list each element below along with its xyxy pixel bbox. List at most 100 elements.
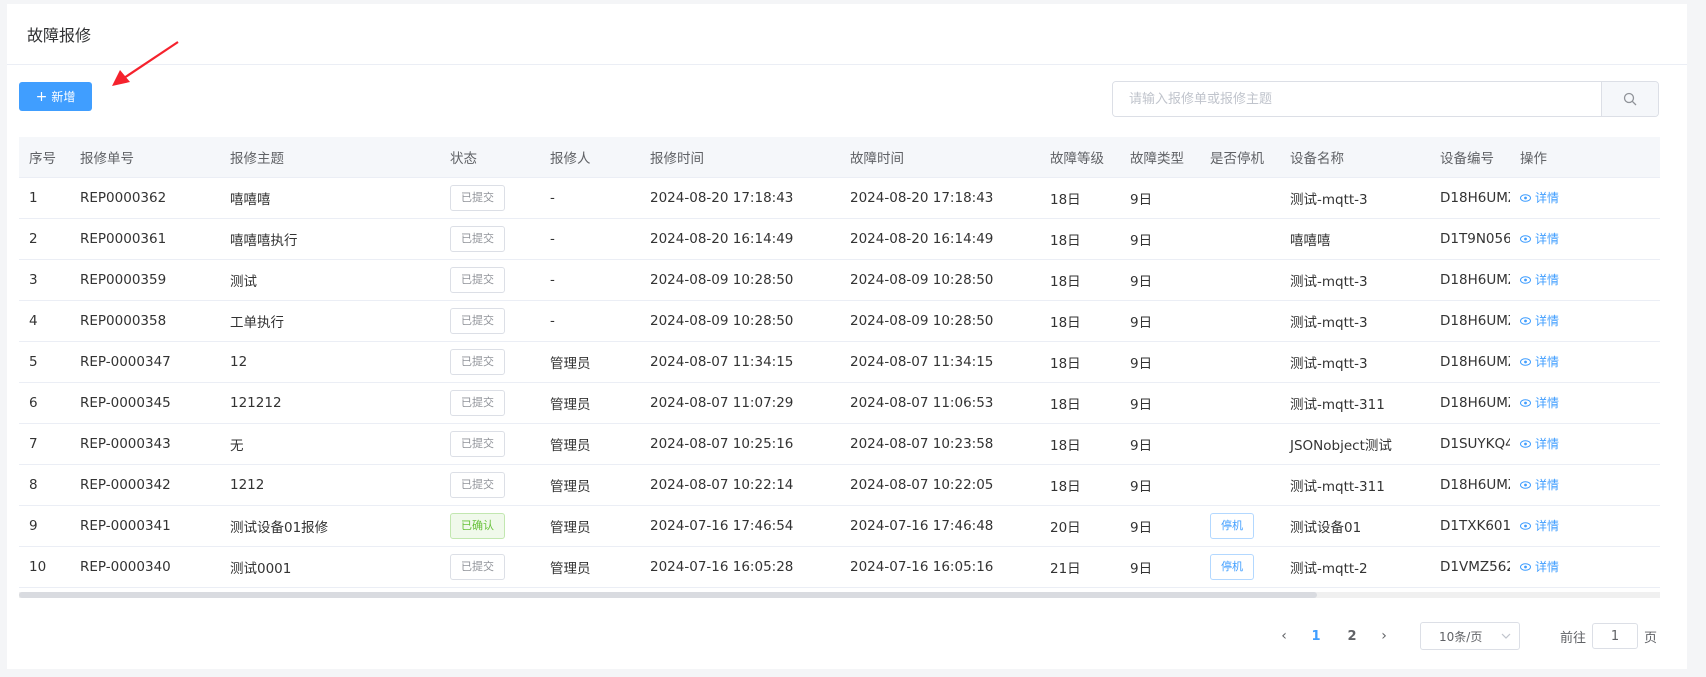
cell-seq: 3	[19, 259, 70, 301]
detail-label: 详情	[1535, 314, 1560, 328]
scrollbar-thumb[interactable]	[19, 592, 1317, 598]
cell-stopped: 停机	[1200, 546, 1280, 588]
search-button[interactable]	[1601, 82, 1658, 116]
cell-action: 详情	[1510, 177, 1660, 219]
horizontal-scrollbar[interactable]	[19, 592, 1660, 598]
plus-icon: +	[35, 88, 48, 105]
detail-link[interactable]: 详情	[1520, 476, 1559, 493]
detail-label: 详情	[1535, 232, 1560, 246]
cell-report-time: 2024-08-07 11:07:29	[640, 382, 840, 424]
cell-status: 已提交	[440, 259, 540, 301]
cell-fault-type: 9日	[1120, 218, 1200, 260]
table-row: 10 REP-0000340 测试0001 已提交 管理员 2024-07-16 16:0…	[19, 546, 1660, 588]
page-size-value: 10条/页	[1439, 629, 1483, 644]
cell-device-code: D18H6UMZ	[1430, 259, 1510, 301]
chevron-right-icon[interactable]: ›	[1370, 628, 1398, 644]
cell-order-no: REP0000361	[70, 218, 220, 260]
cell-status: 已提交	[440, 423, 540, 465]
cell-fault-level: 20日	[1040, 505, 1120, 547]
cell-device-code: D18H6UMZ	[1430, 382, 1510, 424]
cell-report-time: 2024-08-07 10:25:16	[640, 423, 840, 465]
table-header-row: 序号 报修单号 报修主题 状态 报修人 报修时间 故障时间 故障等级 故障类型 …	[19, 137, 1660, 178]
cell-subject: 1212	[220, 464, 440, 506]
detail-link[interactable]: 详情	[1520, 517, 1559, 534]
cell-fault-type: 9日	[1120, 177, 1200, 219]
eye-icon	[1520, 316, 1531, 325]
eye-icon	[1520, 439, 1531, 448]
cell-status: 已提交	[440, 218, 540, 260]
cell-fault-time: 2024-07-16 17:46:48	[840, 505, 1040, 547]
cell-device-code: D1T9N056Z	[1430, 218, 1510, 260]
cell-action: 详情	[1510, 464, 1660, 506]
add-button[interactable]: + 新增	[19, 82, 92, 111]
detail-link[interactable]: 详情	[1520, 230, 1559, 247]
cell-fault-level: 21日	[1040, 546, 1120, 588]
cell-stopped	[1200, 300, 1280, 342]
page-title: 故障报修	[27, 26, 92, 45]
cell-fault-time: 2024-07-16 16:05:16	[840, 546, 1040, 588]
header-fault-time: 故障时间	[840, 137, 1040, 178]
cell-stopped	[1200, 218, 1280, 260]
search-input[interactable]	[1113, 82, 1601, 116]
cell-reporter: -	[540, 218, 640, 260]
table-row: 7 REP-0000343 无已提交 管理员 2024-08-07 10:25:16 20…	[19, 423, 1660, 465]
cell-seq: 10	[19, 546, 70, 588]
detail-link[interactable]: 详情	[1520, 435, 1559, 452]
detail-label: 详情	[1535, 437, 1560, 451]
cell-fault-time: 2024-08-07 10:23:58	[840, 423, 1040, 465]
header-reporter: 报修人	[540, 137, 640, 178]
header-action: 操作	[1510, 137, 1660, 178]
cell-status: 已提交	[440, 177, 540, 219]
goto-input[interactable]	[1592, 623, 1639, 649]
page-2[interactable]: 2	[1334, 629, 1370, 644]
cell-device-name: 测试-mqtt-3	[1280, 300, 1430, 342]
table-row: 8 REP-0000342 1212 已提交 管理员 2024-08-07 10:22:1…	[19, 464, 1660, 506]
cell-subject: 无	[220, 423, 440, 465]
cell-device-name: 测试-mqtt-3	[1280, 259, 1430, 301]
cell-seq: 2	[19, 218, 70, 260]
cell-action: 详情	[1510, 300, 1660, 342]
cell-reporter: -	[540, 259, 640, 301]
cell-subject: 嘻嘻嘻	[220, 177, 440, 219]
cell-report-time: 2024-08-09 10:28:50	[640, 300, 840, 342]
cell-fault-type: 9日	[1120, 505, 1200, 547]
cell-action: 详情	[1510, 382, 1660, 424]
cell-seq: 8	[19, 464, 70, 506]
cell-fault-type: 9日	[1120, 464, 1200, 506]
cell-device-name: 嘻嘻嘻	[1280, 218, 1430, 260]
cell-subject: 12	[220, 341, 440, 383]
page-size-select[interactable]: 10条/页	[1420, 622, 1520, 650]
chevron-left-icon[interactable]: ‹	[1270, 628, 1298, 644]
cell-fault-type: 9日	[1120, 382, 1200, 424]
cell-fault-time: 2024-08-09 10:28:50	[840, 259, 1040, 301]
table-row: 4 REP0000358 工单执行 已提交 -2024-08-09 10:28:50 20…	[19, 300, 1660, 342]
cell-reporter: -	[540, 300, 640, 342]
cell-action: 详情	[1510, 341, 1660, 383]
cell-device-name: 测试-mqtt-3	[1280, 177, 1430, 219]
cell-device-code: D1SUYKQ4	[1430, 423, 1510, 465]
eye-icon	[1520, 357, 1531, 366]
detail-link[interactable]: 详情	[1520, 312, 1559, 329]
header-device-code: 设备编号	[1430, 137, 1510, 178]
cell-fault-level: 18日	[1040, 259, 1120, 301]
header-device-name: 设备名称	[1280, 137, 1430, 178]
detail-label: 详情	[1535, 396, 1560, 410]
cell-fault-level: 18日	[1040, 300, 1120, 342]
detail-link[interactable]: 详情	[1520, 558, 1559, 575]
add-button-label: 新增	[51, 90, 76, 104]
status-badge: 已提交	[450, 307, 505, 334]
detail-link[interactable]: 详情	[1520, 271, 1559, 288]
cell-action: 详情	[1510, 423, 1660, 465]
page-1[interactable]: 1	[1298, 629, 1334, 644]
cell-reporter: 管理员	[540, 341, 640, 383]
cell-order-no: REP-0000340	[70, 546, 220, 588]
status-badge: 已提交	[450, 389, 505, 416]
detail-link[interactable]: 详情	[1520, 189, 1559, 206]
card-header: 故障报修	[7, 4, 1687, 65]
stopped-badge: 停机	[1210, 512, 1254, 539]
cell-seq: 4	[19, 300, 70, 342]
detail-label: 详情	[1535, 191, 1560, 205]
detail-link[interactable]: 详情	[1520, 353, 1559, 370]
search-box	[1112, 81, 1659, 117]
detail-link[interactable]: 详情	[1520, 394, 1559, 411]
